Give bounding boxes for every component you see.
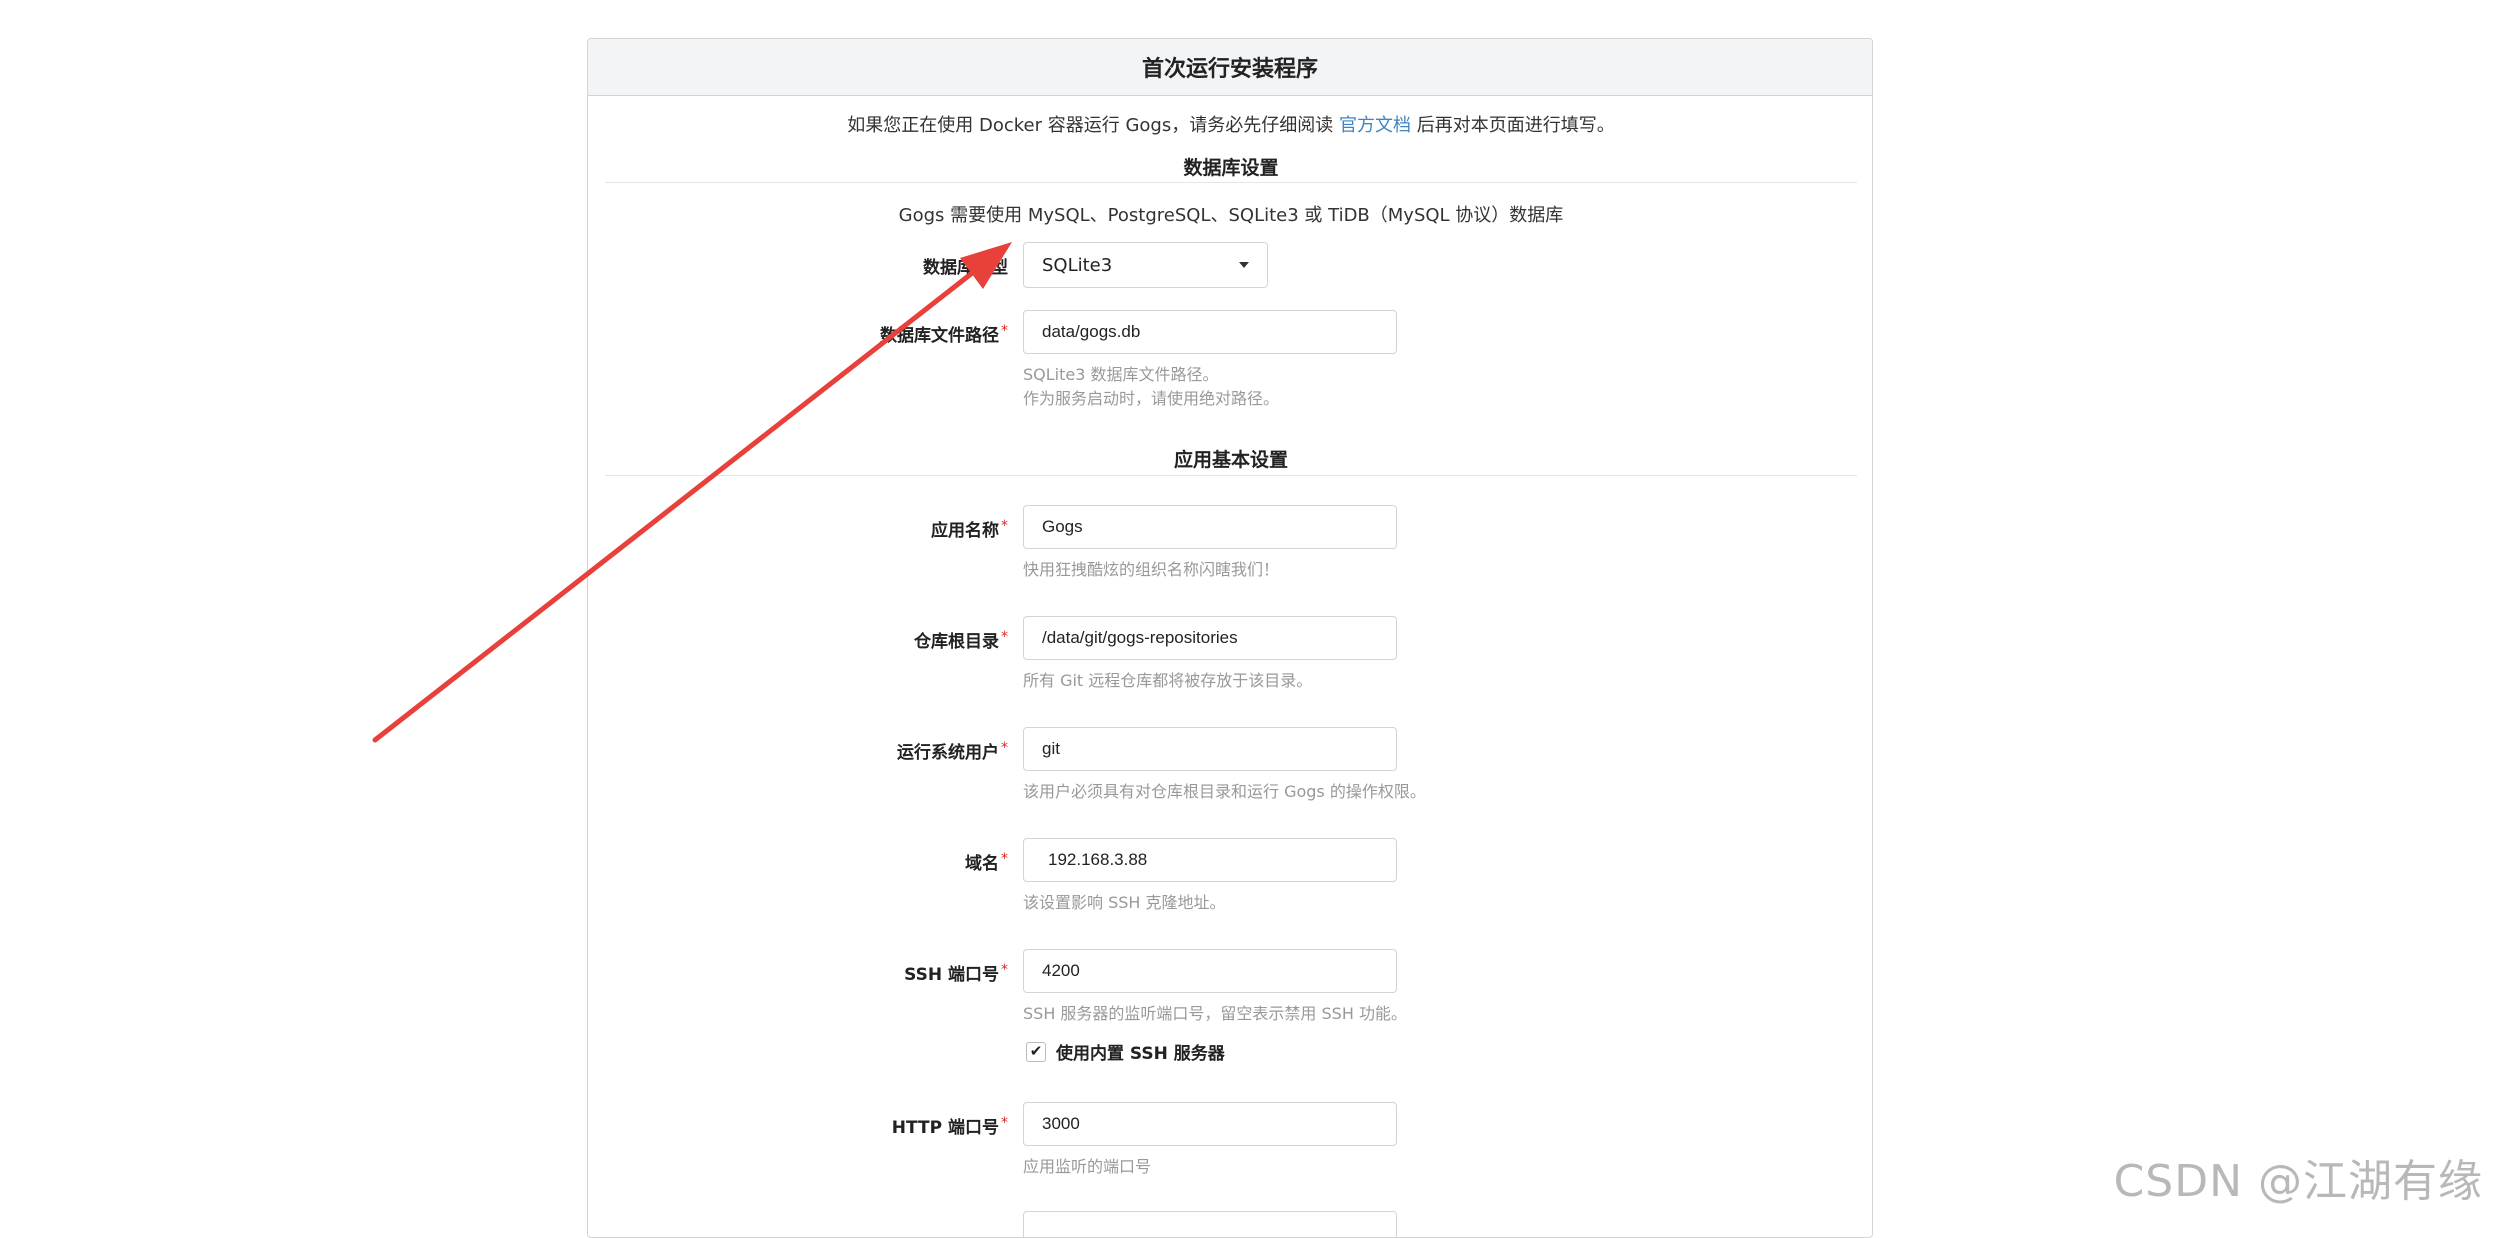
required-mark: * [1001,518,1008,534]
required-mark: * [1001,323,1008,339]
db-path-help-line: SQLite3 数据库文件路径。 [1023,365,1219,384]
divider [605,182,1857,183]
checkmark-icon: ✔ [1029,1042,1043,1060]
app-name-input[interactable] [1023,505,1397,549]
repo-root-label: 仓库根目录 * [588,627,1008,652]
ssh-port-label-text: SSH 端口号 [904,965,999,985]
db-type-label: 数据库类型 [588,253,1008,278]
db-path-help-line: 作为服务启动时，请使用绝对路径。 [1023,389,1280,408]
required-mark: * [1001,740,1008,756]
app-name-help: 快用狂拽酷炫的组织名称闪瞎我们！ [1023,560,1280,579]
domain-input[interactable] [1023,838,1397,882]
http-port-help: 应用监听的端口号 [1023,1157,1152,1176]
notice-text-before: 如果您正在使用 Docker 容器运行 Gogs，请务必先仔细阅读 [847,115,1339,136]
notice-text-after: 后再对本页面进行填写。 [1410,115,1615,136]
required-mark: * [1001,629,1008,645]
repo-root-input[interactable] [1023,616,1397,660]
run-user-label: 运行系统用户 * [588,738,1008,763]
repo-root-help: 所有 Git 远程仓库都将被存放于该目录。 [1023,671,1313,690]
domain-label-text: 域名 [965,854,999,874]
http-port-label-text: HTTP 端口号 [891,1118,999,1138]
run-user-input[interactable] [1023,727,1397,771]
next-field-input[interactable] [1023,1211,1397,1237]
run-user-help: 该用户必须具有对仓库根目录和运行 Gogs 的操作权限。 [1023,782,1426,801]
required-mark: * [1001,962,1008,978]
database-section-title: 数据库设置 [1183,157,1279,179]
app-section-title: 应用基本设置 [1173,449,1288,471]
app-name-label: 应用名称 * [588,516,1008,541]
ssh-port-input[interactable] [1023,949,1397,993]
db-path-help: SQLite3 数据库文件路径。 作为服务启动时，请使用绝对路径。 [1023,363,1279,411]
required-mark: * [1001,1115,1008,1131]
caret-down-icon [1239,262,1249,268]
db-path-label-text: 数据库文件路径 [880,326,999,346]
run-user-label-text: 运行系统用户 [897,743,999,763]
builtin-ssh-label: 使用内置 SSH 服务器 [1056,1044,1225,1064]
docker-notice: 如果您正在使用 Docker 容器运行 Gogs，请务必先仔细阅读 官方文档 后… [588,111,1872,137]
page-title: 首次运行安装程序 [588,39,1872,96]
required-mark: * [1001,851,1008,867]
official-docs-link[interactable]: 官方文档 [1339,115,1411,136]
db-type-select[interactable]: SQLite3 [1023,242,1268,288]
domain-label: 域名 * [588,849,1008,874]
domain-help: 该设置影响 SSH 克隆地址。 [1023,893,1226,912]
db-type-value: SQLite3 [1042,254,1113,276]
ssh-port-help: SSH 服务器的监听端口号，留空表示禁用 SSH 功能。 [1023,1004,1407,1023]
db-path-label: 数据库文件路径 * [588,321,1008,346]
install-panel: 首次运行安装程序 如果您正在使用 Docker 容器运行 Gogs，请务必先仔细… [587,38,1873,1238]
ssh-port-label: SSH 端口号 * [588,960,1008,985]
db-path-input[interactable] [1023,310,1397,354]
divider [605,475,1857,476]
app-name-label-text: 应用名称 [931,521,999,541]
builtin-ssh-row[interactable]: ✔ 使用内置 SSH 服务器 [1026,1039,1225,1064]
database-description: Gogs 需要使用 MySQL、PostgreSQL、SQLite3 或 TiD… [898,205,1564,226]
watermark: CSDN @江湖有缘 [2113,1156,2483,1207]
builtin-ssh-checkbox[interactable]: ✔ [1026,1041,1046,1062]
db-type-label-text: 数据库类型 [923,258,1008,278]
repo-root-label-text: 仓库根目录 [914,632,999,652]
http-port-input[interactable] [1023,1102,1397,1146]
http-port-label: HTTP 端口号 * [588,1113,1008,1138]
